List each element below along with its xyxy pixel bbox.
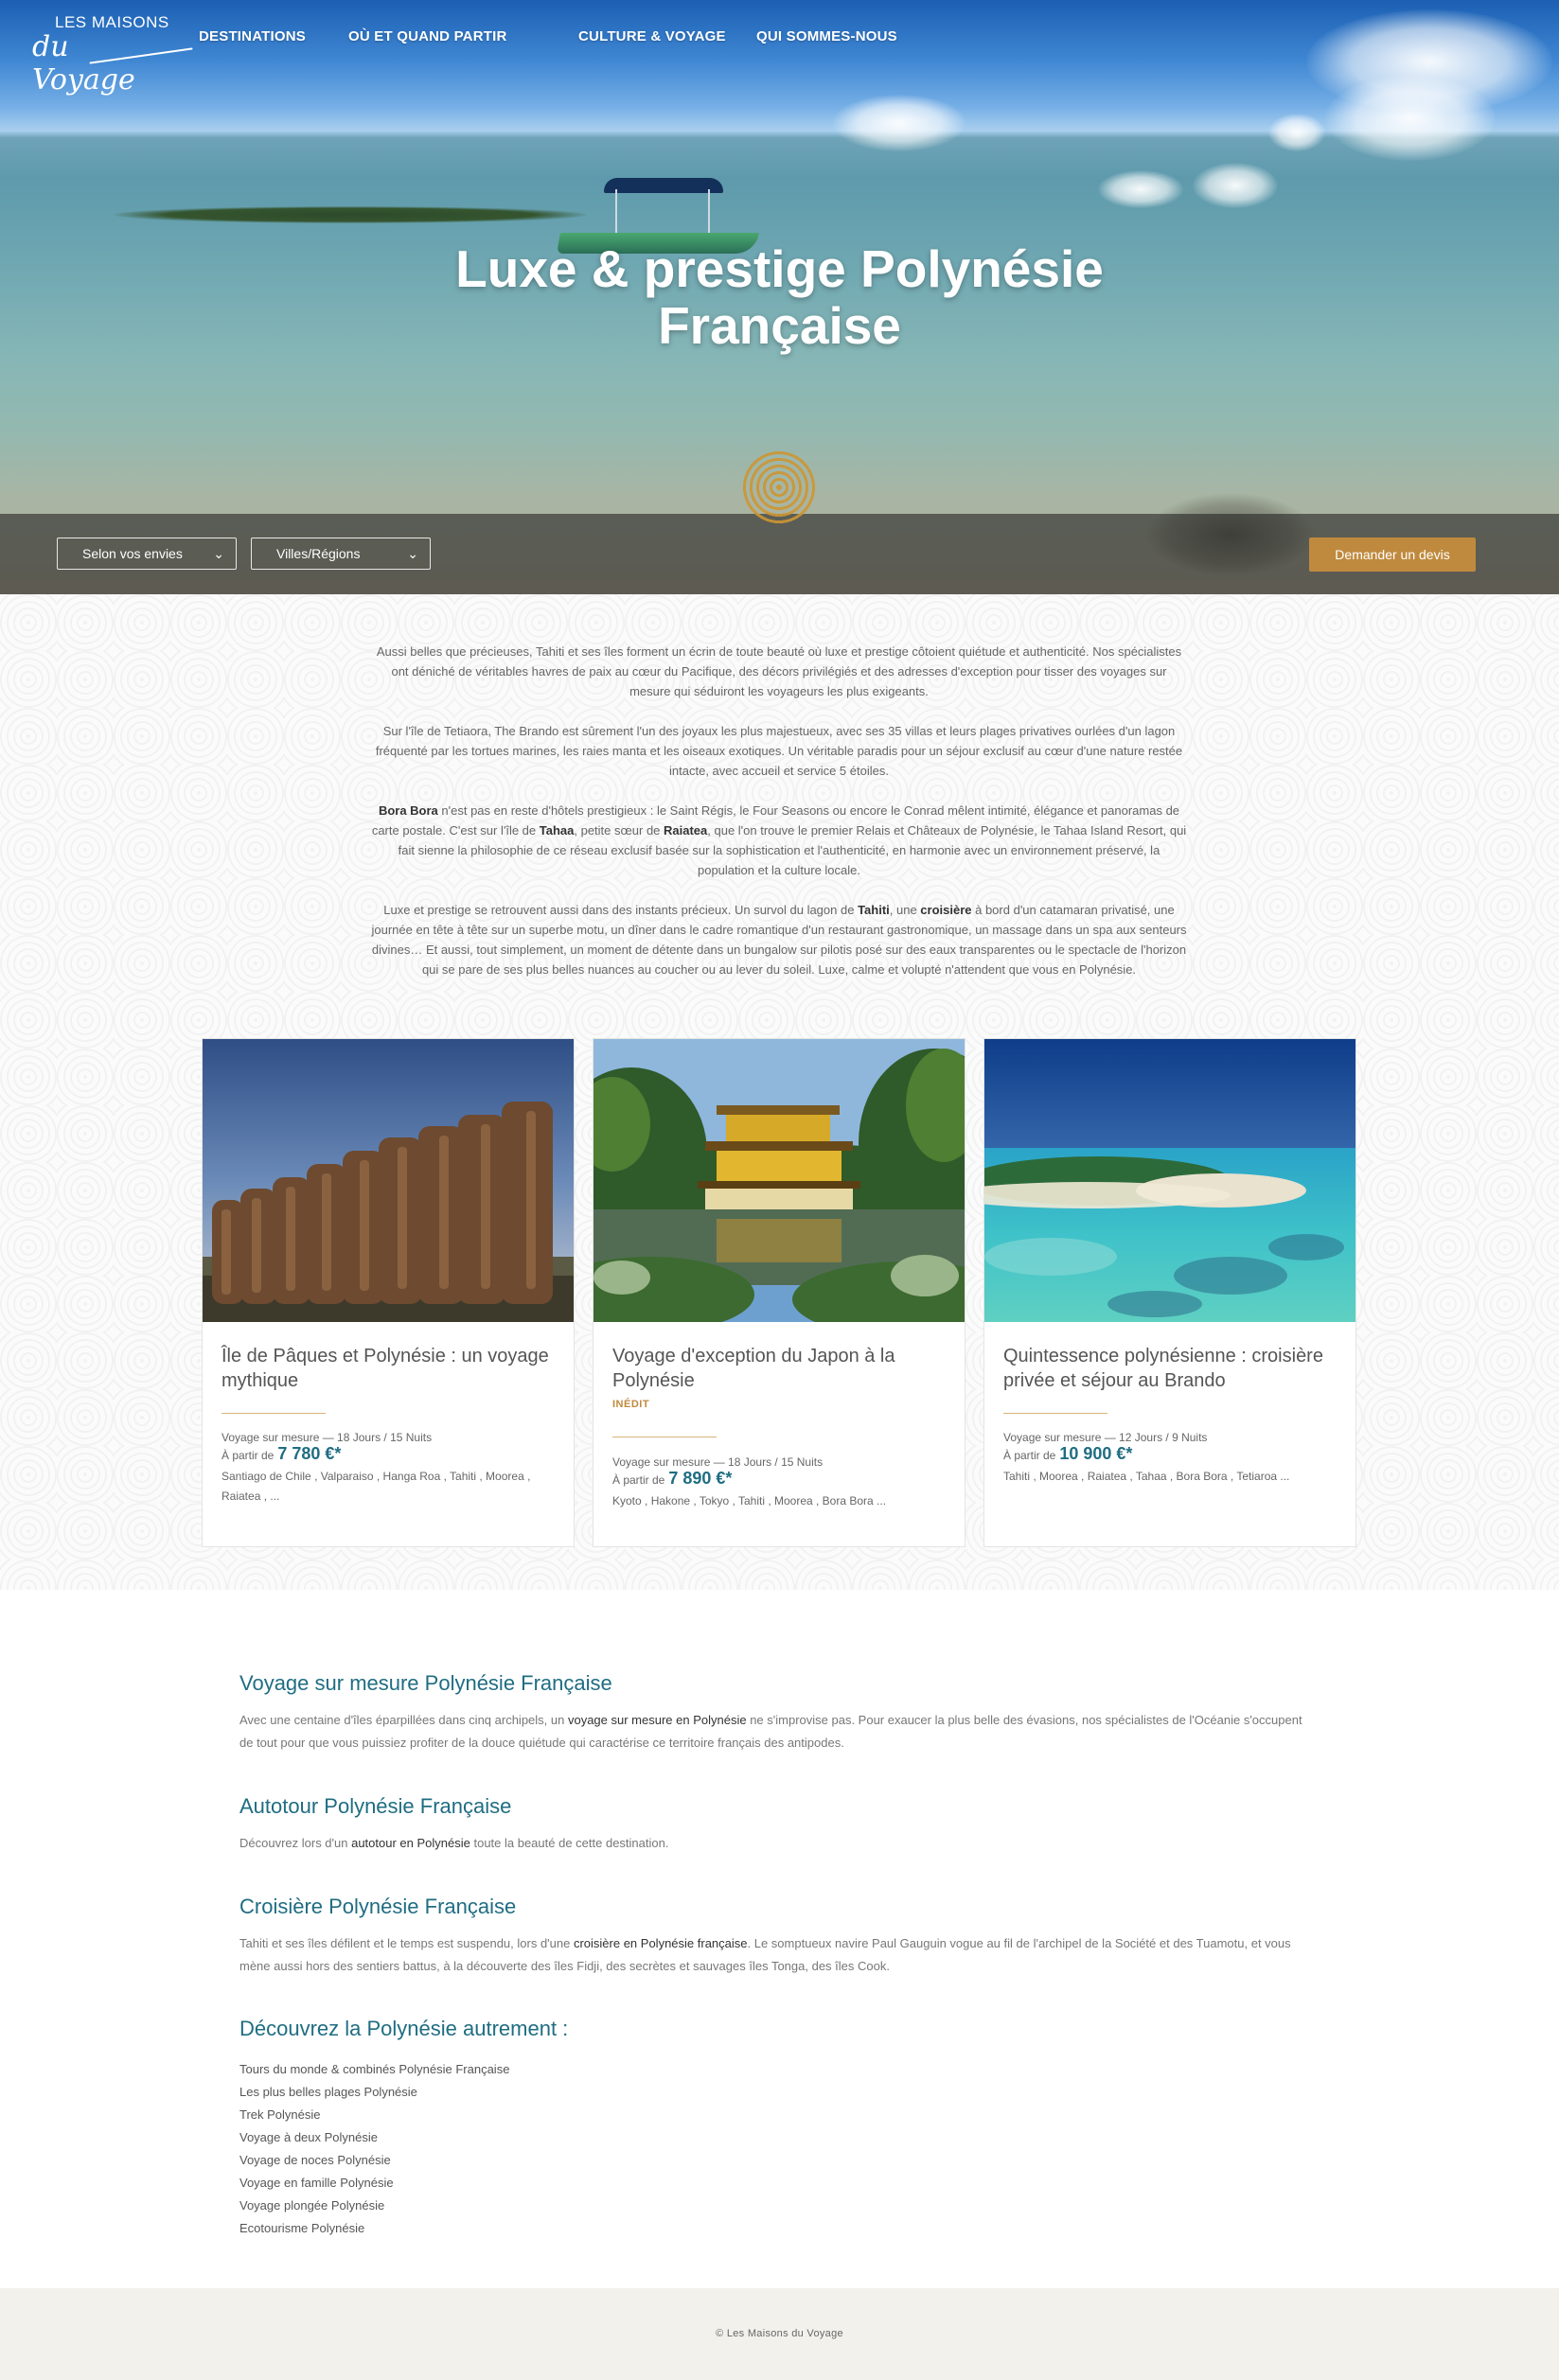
- trip-card-price: 7 780 €*: [277, 1444, 342, 1463]
- trip-card-title[interactable]: Voyage d'exception du Japon à la Polynés…: [612, 1344, 944, 1393]
- seo-section: Voyage sur mesure Polynésie Française Av…: [239, 1671, 1319, 1754]
- copyright: © Les Maisons du Voyage: [716, 2328, 843, 2339]
- regions-select-value: Villes/Régions: [276, 546, 361, 561]
- bold-text: Bora Bora: [378, 803, 438, 818]
- trip-card-price-row: À partir de 10 900 €*: [1003, 1444, 1132, 1464]
- text: , une: [889, 903, 921, 917]
- bold-text: croisière: [920, 903, 972, 917]
- trip-card-title[interactable]: Quintessence polynésienne : croisière pr…: [1003, 1344, 1335, 1393]
- text: Avec une centaine d'îles éparpillées dan…: [239, 1713, 568, 1727]
- boat-canopy: [604, 178, 723, 193]
- hero-banner: LES MAISONS du Voyage DESTINATIONS OÙ ET…: [0, 0, 1559, 594]
- cloud: [1268, 114, 1325, 151]
- text: Luxe et prestige se retrouvent aussi dan…: [383, 903, 859, 917]
- bold-text: Tahaa: [539, 823, 575, 837]
- logo-text-top: LES MAISONS: [55, 13, 169, 31]
- trip-card[interactable]: Quintessence polynésienne : croisière pr…: [983, 1038, 1356, 1547]
- trip-card[interactable]: Île de Pâques et Polynésie : un voyage m…: [202, 1038, 575, 1547]
- trip-card-title[interactable]: Île de Pâques et Polynésie : un voyage m…: [221, 1344, 553, 1393]
- discover-link[interactable]: Tours du monde & combinés Polynésie Fran…: [239, 2058, 509, 2081]
- nav-ou-et-quand-partir[interactable]: OÙ ET QUAND PARTIR: [348, 28, 507, 44]
- discover-link[interactable]: Voyage en famille Polynésie: [239, 2172, 509, 2195]
- page-title: Luxe & prestige Polynésie Française: [0, 240, 1559, 354]
- discover-link[interactable]: Voyage de noces Polynésie: [239, 2149, 509, 2172]
- price-prefix: À partir de: [612, 1473, 665, 1487]
- divider: [1003, 1413, 1107, 1414]
- seo-section: Découvrez la Polynésie autrement :: [239, 2017, 1319, 2041]
- trip-card-meta: Voyage sur mesure — 18 Jours / 15 Nuits: [612, 1455, 824, 1469]
- seo-section: Croisière Polynésie Française Tahiti et …: [239, 1895, 1319, 1978]
- intro-paragraph: Luxe et prestige se retrouvent aussi dan…: [371, 900, 1187, 979]
- section-text: Avec une centaine d'îles éparpillées dan…: [239, 1709, 1319, 1754]
- chevron-down-icon: ⌄: [213, 546, 224, 561]
- logo-text-bottom: du Voyage: [32, 30, 135, 97]
- text: toute la beauté de cette destination.: [469, 1836, 669, 1850]
- request-quote-button[interactable]: Demander un devis: [1309, 538, 1476, 572]
- trip-card-price: 7 890 €*: [668, 1469, 733, 1488]
- trip-card[interactable]: Voyage d'exception du Japon à la Polynés…: [593, 1038, 966, 1547]
- seo-section: Autotour Polynésie Française Découvrez l…: [239, 1794, 1319, 1855]
- trip-card-image-moai[interactable]: [203, 1039, 574, 1322]
- trip-card-price: 10 900 €*: [1059, 1444, 1133, 1463]
- text: , petite sœur de: [574, 823, 664, 837]
- island: [114, 206, 587, 223]
- trip-card-image-atoll[interactable]: [984, 1039, 1355, 1322]
- intro-text: Aussi belles que précieuses, Tahiti et s…: [371, 642, 1187, 999]
- spiral-emblem-icon: [740, 449, 818, 526]
- cloud: [1325, 76, 1496, 161]
- trip-card-places: Tahiti , Moorea , Raiatea , Tahaa , Bora…: [1003, 1470, 1290, 1483]
- trip-card-meta: Voyage sur mesure — 18 Jours / 15 Nuits: [221, 1431, 433, 1444]
- trip-card-places: Santiago de Chile , Valparaiso , Hanga R…: [221, 1470, 531, 1503]
- section-heading: Voyage sur mesure Polynésie Française: [239, 1671, 612, 1695]
- trip-card-price-row: À partir de 7 890 €*: [612, 1469, 732, 1489]
- cloud: [1098, 170, 1183, 208]
- section-text: Découvrez lors d'un autotour en Polynési…: [239, 1832, 1319, 1855]
- discover-links: Tours du monde & combinés Polynésie Fran…: [239, 2058, 509, 2240]
- new-badge: INÉDIT: [612, 1399, 650, 1410]
- trip-card-meta: Voyage sur mesure — 12 Jours / 9 Nuits: [1003, 1431, 1208, 1444]
- text: Découvrez lors d'un: [239, 1836, 352, 1850]
- nav-destinations[interactable]: DESTINATIONS: [199, 28, 306, 44]
- price-prefix: À partir de: [1003, 1449, 1056, 1462]
- page-title-line2: Française: [658, 296, 901, 355]
- bold-text: Tahiti: [858, 903, 890, 917]
- intro-paragraph: Sur l'île de Tetiaora, The Brando est sû…: [375, 724, 1183, 778]
- section-heading: Croisière Polynésie Française: [239, 1895, 517, 1918]
- section-text: Tahiti et ses îles défilent et le temps …: [239, 1932, 1319, 1978]
- nav-qui-sommes-nous[interactable]: QUI SOMMES-NOUS: [756, 28, 897, 44]
- discover-link[interactable]: Voyage à deux Polynésie: [239, 2126, 509, 2149]
- divider: [221, 1413, 326, 1414]
- discover-link[interactable]: Trek Polynésie: [239, 2104, 509, 2126]
- link-croisiere[interactable]: croisière en Polynésie française: [574, 1936, 748, 1950]
- bold-text: Raiatea: [664, 823, 708, 837]
- section-heading: Autotour Polynésie Française: [239, 1794, 512, 1818]
- trip-card-places: Kyoto , Hakone , Tokyo , Tahiti , Moorea…: [612, 1494, 887, 1507]
- discover-link[interactable]: Voyage plongée Polynésie: [239, 2195, 509, 2217]
- link-autotour[interactable]: autotour en Polynésie: [351, 1836, 470, 1850]
- footer: © Les Maisons du Voyage: [0, 2288, 1559, 2380]
- discover-link[interactable]: Les plus belles plages Polynésie: [239, 2081, 509, 2104]
- page-title-line1: Luxe & prestige Polynésie: [455, 239, 1104, 298]
- section-heading: Découvrez la Polynésie autrement :: [239, 2017, 569, 2040]
- discover-link[interactable]: Ecotourisme Polynésie: [239, 2217, 509, 2240]
- trip-card-price-row: À partir de 7 780 €*: [221, 1444, 341, 1464]
- envies-select-value: Selon vos envies: [82, 546, 183, 561]
- intro-paragraph: Bora Bora n'est pas en reste d'hôtels pr…: [371, 801, 1187, 880]
- price-prefix: À partir de: [221, 1449, 275, 1462]
- envies-select[interactable]: Selon vos envies ⌄: [57, 538, 237, 570]
- site-logo[interactable]: LES MAISONS du Voyage: [32, 13, 193, 97]
- regions-select[interactable]: Villes/Régions ⌄: [251, 538, 431, 570]
- chevron-down-icon: ⌄: [407, 546, 418, 561]
- link-voyage-sur-mesure[interactable]: voyage sur mesure en Polynésie: [568, 1713, 747, 1727]
- text: Tahiti et ses îles défilent et le temps …: [239, 1936, 574, 1950]
- nav-culture-voyage[interactable]: CULTURE & VOYAGE: [578, 28, 726, 44]
- trip-card-image-golden-pavilion[interactable]: [593, 1039, 965, 1322]
- cloud: [833, 95, 966, 151]
- intro-paragraph: Aussi belles que précieuses, Tahiti et s…: [376, 644, 1182, 698]
- cloud: [1193, 163, 1278, 208]
